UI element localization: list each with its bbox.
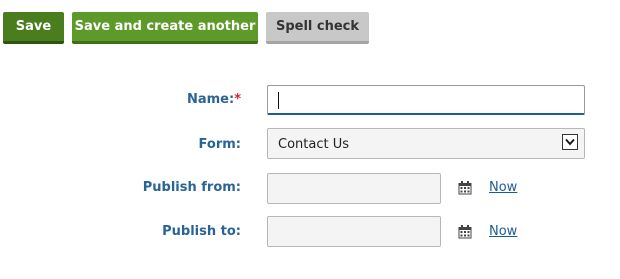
- calendar-icon[interactable]: [458, 224, 472, 239]
- publish-to-now-link[interactable]: Now: [489, 224, 517, 239]
- name-label-text: Name:: [186, 92, 235, 107]
- chevron-down-icon[interactable]: [562, 134, 578, 150]
- publish-to-label: Publish to:: [162, 224, 241, 239]
- publish-from-label: Publish from:: [142, 180, 241, 195]
- form-label: Form:: [198, 137, 241, 152]
- publish-from-now-link[interactable]: Now: [489, 180, 517, 195]
- save-button[interactable]: Save: [3, 12, 64, 44]
- name-label: Name:*: [91, 92, 241, 107]
- text-caret: [278, 92, 279, 109]
- required-mark: *: [234, 92, 241, 107]
- save-and-create-another-button[interactable]: Save and create another: [72, 12, 258, 44]
- publish-to-input[interactable]: [267, 216, 441, 247]
- form-select[interactable]: Contact Us: [267, 128, 585, 159]
- name-input[interactable]: [267, 85, 585, 115]
- spell-check-button[interactable]: Spell check: [266, 12, 369, 44]
- form-select-value: Contact Us: [278, 137, 349, 152]
- publish-from-input[interactable]: [267, 173, 441, 204]
- calendar-icon[interactable]: [458, 180, 472, 195]
